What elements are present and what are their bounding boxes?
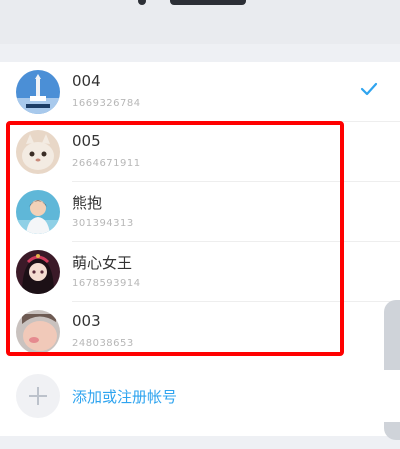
account-number: 1669326784 (72, 98, 141, 109)
cat-avatar (16, 130, 60, 174)
account-name: 熊抱 (72, 194, 103, 212)
rocket-launch-avatar (16, 70, 60, 114)
face-avatar (16, 310, 60, 354)
girl-avatar (16, 250, 60, 294)
account-name: 005 (72, 132, 101, 150)
account-row-mengxinnvwang[interactable]: 萌心女王 1678593914 (0, 242, 400, 302)
account-number: 2664671911 (72, 158, 141, 169)
account-number: 1678593914 (72, 278, 141, 289)
notch-bar (170, 0, 246, 5)
account-name: 003 (72, 312, 101, 330)
account-name: 萌心女王 (72, 254, 133, 272)
account-name: 004 (72, 72, 101, 90)
account-number: 248038653 (72, 338, 134, 349)
add-account-row[interactable]: 添加或注册帐号 (0, 370, 400, 422)
account-row-xiongbao[interactable]: 熊抱 301394313 (0, 182, 400, 242)
account-row-003[interactable]: 003 248038653 (0, 302, 400, 362)
checkmark-icon (360, 82, 378, 96)
account-number: 301394313 (72, 218, 134, 229)
account-row-005[interactable]: 005 2664671911 (0, 122, 400, 182)
status-bar (0, 0, 400, 44)
boy-avatar (16, 190, 60, 234)
add-account-label: 添加或注册帐号 (72, 388, 178, 406)
plus-icon (16, 374, 60, 418)
camera-dot (138, 0, 146, 5)
account-row-004[interactable]: 004 1669326784 (0, 62, 400, 122)
